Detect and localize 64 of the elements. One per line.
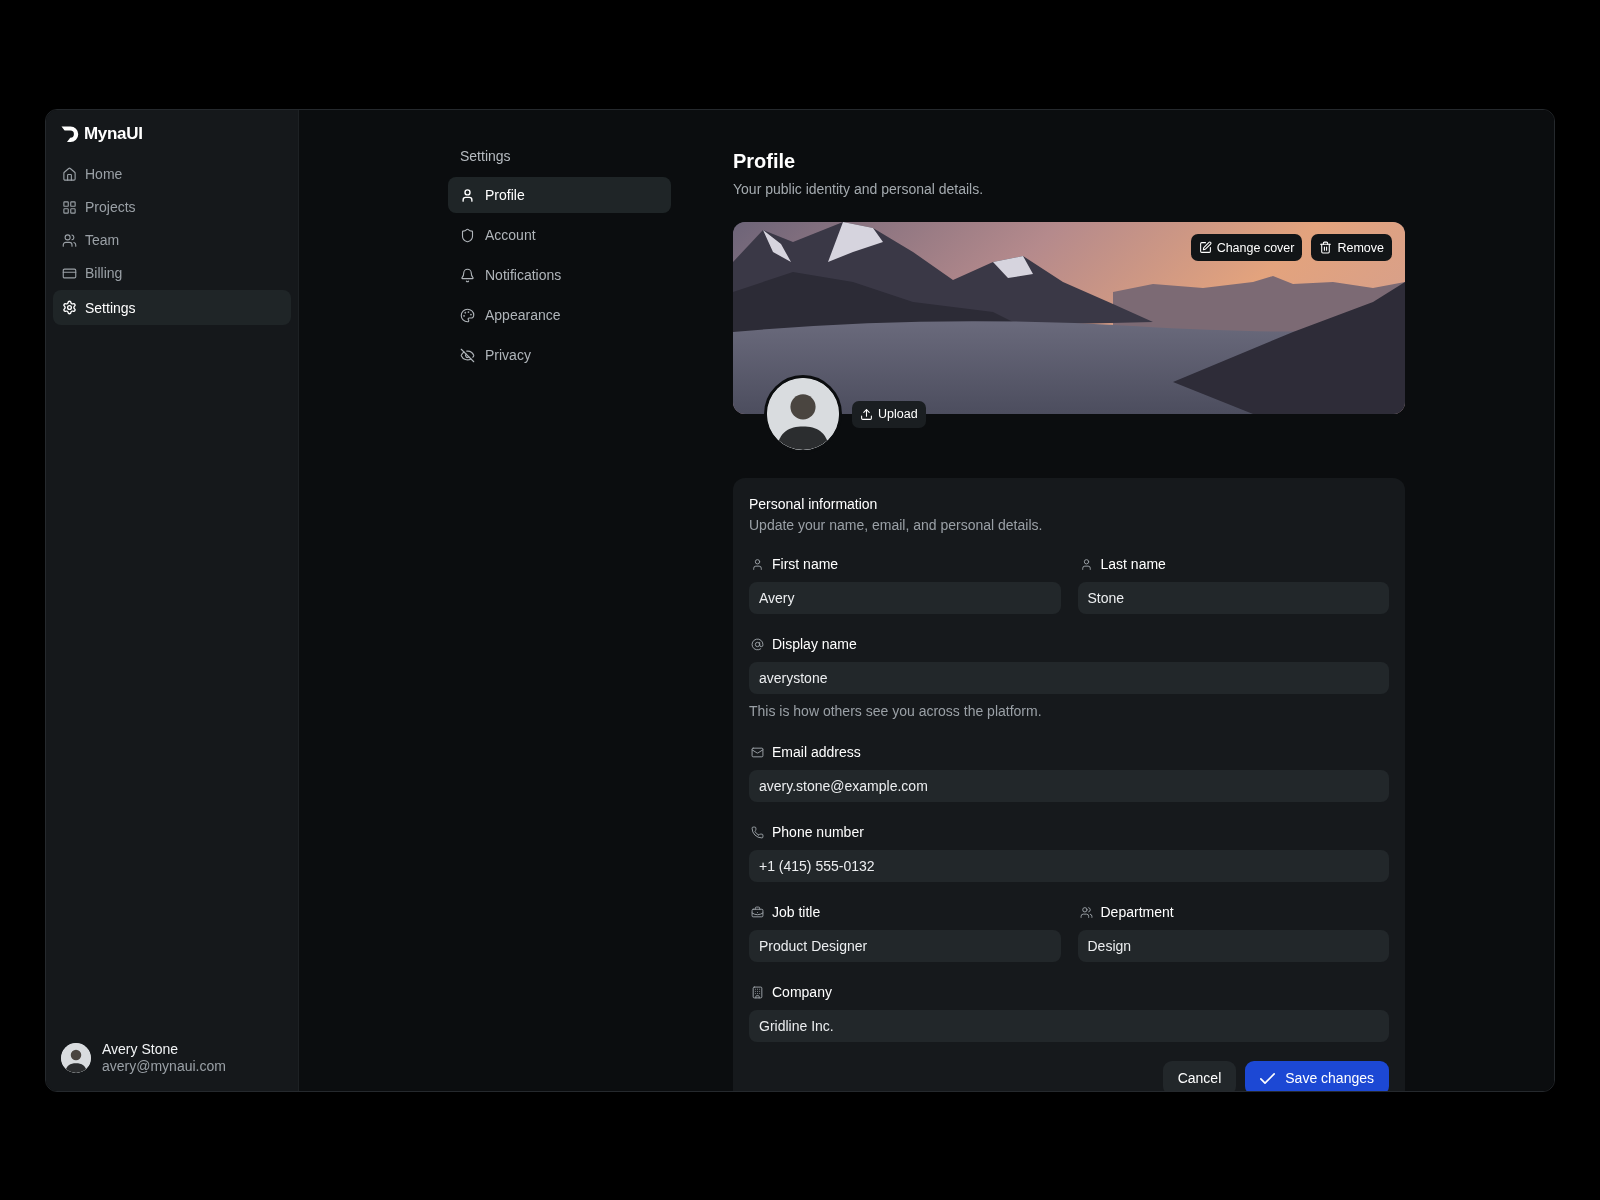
briefcase-icon [751, 905, 764, 919]
trash-icon [1319, 241, 1333, 254]
sidebar-item[interactable]: Billing [53, 257, 291, 289]
field-label: Company [772, 983, 832, 1002]
field-label: Phone number [772, 823, 864, 842]
sidebar-item[interactable]: Projects [53, 191, 291, 223]
input-field[interactable]: avery.stone@example.com [749, 770, 1389, 802]
cover-button[interactable]: Remove [1311, 234, 1392, 261]
person-icon [1079, 557, 1093, 571]
user-avatar-icon [61, 1043, 91, 1073]
sidebar-item[interactable]: Home [53, 158, 291, 190]
home-icon [62, 166, 77, 182]
card-title: Personal information [749, 495, 879, 514]
input-field[interactable]: averystone [749, 662, 1389, 694]
input-field[interactable]: Avery [749, 582, 1061, 614]
person-icon [751, 557, 764, 571]
settings-icon [62, 300, 77, 315]
credit-card-icon [62, 265, 77, 281]
field-label: Display name [772, 635, 857, 654]
bell-icon [460, 267, 475, 283]
building-icon [751, 985, 764, 999]
input-field[interactable]: Design [1077, 930, 1389, 962]
mail-icon [751, 745, 764, 759]
page-title: Profile [733, 149, 797, 174]
field-label: Last name [1100, 555, 1166, 574]
field-label: Email address [772, 743, 861, 762]
upload-button[interactable]: Upload [852, 400, 926, 428]
cancel-button[interactable]: Cancel [1162, 1061, 1237, 1091]
settings-nav-item[interactable]: Notifications [448, 257, 671, 293]
sidebar-item[interactable]: Settings [53, 290, 291, 325]
eye-slash-icon [460, 347, 475, 363]
people-icon [62, 232, 77, 248]
cover-button[interactable]: Change cover [1190, 234, 1303, 261]
check-icon [1260, 1072, 1276, 1084]
input-field[interactable]: Product Designer [749, 930, 1061, 962]
shield-icon [460, 227, 475, 243]
settings-nav-item[interactable]: Appearance [448, 297, 671, 333]
user-email: avery@mynaui.com [102, 1058, 226, 1075]
person-icon [460, 187, 475, 203]
upload-icon [860, 407, 873, 421]
field-label: Department [1100, 903, 1174, 922]
help-text: This is how others see you across the platform. [749, 702, 1043, 720]
settings-nav-item[interactable]: Profile [448, 177, 671, 213]
input-field[interactable]: +1 (415) 555-0132 [749, 850, 1389, 882]
field-label: Job title [772, 903, 821, 922]
input-field[interactable]: Gridline Inc. [749, 1010, 1389, 1042]
save-button[interactable]: Save changes [1245, 1061, 1389, 1091]
settings-heading: Settings [459, 147, 512, 165]
card-subtitle: Update your name, email, and personal details. [749, 516, 1044, 535]
people-icon [1079, 905, 1093, 919]
settings-nav-item[interactable]: Account [448, 217, 671, 253]
logo-icon [61, 125, 79, 143]
input-field[interactable]: Stone [1077, 582, 1389, 614]
palette-icon [460, 307, 475, 323]
field-label: First name [772, 555, 839, 574]
user-name: Avery Stone [102, 1041, 179, 1058]
sidebar-item[interactable]: Team [53, 224, 291, 256]
brand-name: MynaUI [84, 124, 143, 144]
page-subtitle: Your public identity and personal details. [733, 180, 985, 198]
at-sign-icon [751, 637, 764, 651]
edit-icon [1198, 241, 1212, 254]
phone-icon [751, 825, 764, 839]
settings-nav-item[interactable]: Privacy [448, 337, 671, 373]
grid-icon [62, 199, 77, 215]
